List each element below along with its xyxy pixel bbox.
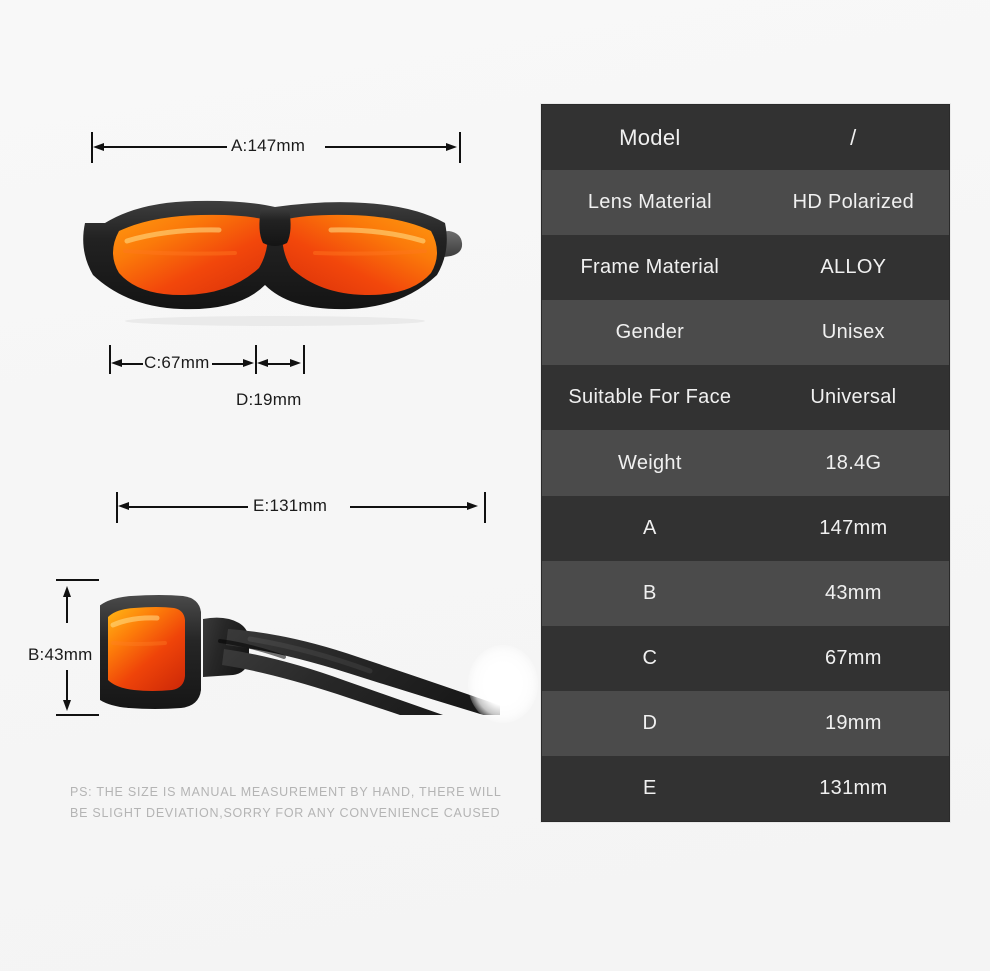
dimension-b-line-top [66, 595, 68, 623]
dimension-b-line-bottom [66, 670, 68, 700]
spec-row: C 67mm [542, 625, 949, 691]
measurement-disclaimer: PS: THE SIZE IS MANUAL MEASUREMENT BY HA… [70, 782, 502, 824]
spec-row: A 147mm [542, 495, 949, 561]
spec-value: ALLOY [820, 256, 887, 279]
dimension-d-arrow-left-icon [257, 359, 268, 367]
dimension-b-arrow-down-icon [62, 700, 71, 711]
dimension-c-line-right [212, 363, 244, 365]
spec-row: Weight 18.4G [542, 430, 949, 496]
dimension-c-label: C:67mm [144, 353, 210, 372]
dimension-d-line [266, 363, 290, 365]
spec-value: 131mm [819, 776, 888, 799]
spec-value: 67mm [824, 646, 882, 669]
spec-value: 147mm [819, 516, 888, 539]
sunglasses-front-view [83, 200, 463, 326]
spec-key: Lens Material [587, 191, 712, 214]
spec-key: Frame Material [580, 256, 720, 279]
dimension-e-arrow-right-icon [467, 502, 478, 510]
spec-value: / [850, 124, 857, 150]
dimension-c-arrow-left-icon [111, 359, 122, 367]
dimension-b-label: B:43mm [28, 645, 93, 664]
dimension-e-arrow-left-icon [118, 502, 129, 510]
spec-row: Gender Unisex [542, 300, 949, 366]
spec-key: Model [619, 124, 681, 150]
spec-row: B 43mm [542, 560, 949, 626]
spec-key: D [642, 711, 658, 734]
spec-value: 43mm [824, 581, 882, 604]
spec-row: Lens Material HD Polarized [542, 170, 949, 236]
spec-key: A [643, 516, 657, 539]
dimension-a-tick-right [459, 132, 461, 163]
dimension-b-arrow-up-icon [62, 586, 71, 597]
spec-value: HD Polarized [792, 191, 915, 214]
disclaimer-line-1: PS: THE SIZE IS MANUAL MEASUREMENT BY HA… [70, 785, 502, 799]
dimension-e-tick-right [484, 492, 486, 523]
spec-key: C [642, 646, 658, 669]
dimension-a-label: A:147mm [231, 136, 306, 155]
dimension-e-label: E:131mm [253, 496, 328, 515]
spec-value: 19mm [824, 711, 882, 734]
spec-row: E 131mm [542, 755, 949, 822]
spec-row: Frame Material ALLOY [542, 235, 949, 301]
dimension-d-tick-right [303, 345, 305, 374]
dimension-a-line-right [325, 146, 451, 148]
dimension-d-label: D:19mm [236, 390, 302, 409]
dimension-a-arrow-left-icon [93, 142, 104, 151]
spec-key: Gender [615, 321, 685, 344]
spec-row: D 19mm [542, 690, 949, 756]
spec-key: Suitable For Face [568, 386, 732, 409]
dimension-d-arrow-right-icon [290, 359, 301, 367]
spec-key: Weight [618, 451, 682, 474]
sunglasses-side-view [100, 595, 500, 715]
spec-value: 18.4G [825, 451, 882, 474]
dimension-b-tick-top [56, 579, 99, 581]
dimension-b-tick-bottom [56, 714, 99, 716]
product-spec-page: A:147mm C:67mm D:19mm E:131mm B:43mm PS:… [0, 0, 990, 971]
spec-value: Unisex [821, 321, 885, 344]
dimension-a-arrow-right-icon [446, 142, 457, 151]
dimension-c-arrow-right-icon [243, 359, 254, 367]
dimension-a-line-left [101, 146, 227, 148]
dimension-e-line-left [126, 506, 248, 508]
spec-key: E [643, 776, 657, 799]
disclaimer-line-2: BE SLIGHT DEVIATION,SORRY FOR ANY CONVEN… [70, 806, 501, 820]
specification-table: Model / Lens Material HD Polarized Frame Mat… [541, 104, 950, 822]
spec-key: B [643, 581, 657, 604]
spec-row: Suitable For Face Universal [542, 365, 949, 431]
dimension-e-line-right [350, 506, 472, 508]
spec-row: Model / [542, 105, 949, 171]
spec-value: Universal [810, 386, 897, 409]
